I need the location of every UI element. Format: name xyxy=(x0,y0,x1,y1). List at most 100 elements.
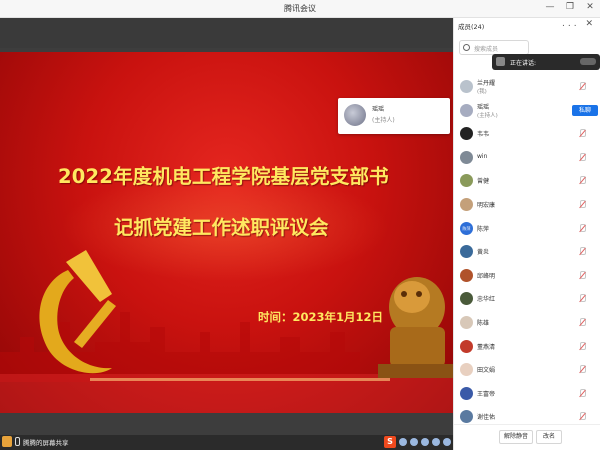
list-item[interactable]: 王富帝 xyxy=(454,383,600,407)
screen-share-indicator[interactable]: 腾腾的屏幕共享 xyxy=(2,436,69,447)
panel-footer: 解除静音 改名 xyxy=(454,424,600,450)
participant-list: 兰丹耀 (我) 瑶瑶 (主持人) 私聊韦韦 win 曾健明宏康陈萍 陈萍黄炎邱峰明忠华红 陈雄董… xyxy=(454,76,600,430)
participant-name: 韦韦 xyxy=(477,131,490,139)
avatar xyxy=(344,104,366,126)
avatar xyxy=(460,410,473,424)
mic-muted-icon[interactable] xyxy=(579,341,586,351)
window-controls: — ❐ ✕ xyxy=(544,2,596,12)
participant-name: win xyxy=(477,152,488,160)
panel-title: 成员(24) xyxy=(458,23,485,31)
avatar xyxy=(496,57,505,66)
window-title: 腾讯会议 xyxy=(284,4,316,13)
tool-icon[interactable] xyxy=(399,438,407,446)
participant-name: 邱峰明 xyxy=(477,272,496,280)
list-item[interactable]: 董燕清 xyxy=(454,336,600,360)
list-item[interactable]: 瑶瑶 (主持人) 私聊 xyxy=(454,100,600,124)
speaking-label: 正在讲话: xyxy=(510,60,537,67)
speaking-indicator: 正在讲话: xyxy=(492,54,600,70)
participant-name: 董燕清 xyxy=(477,343,496,351)
mic-muted-icon[interactable] xyxy=(579,294,586,303)
participant-name: 瑶瑶 xyxy=(477,103,490,111)
speaker-name-redacted xyxy=(580,58,596,65)
participant-role: (主持人) xyxy=(477,112,498,119)
participant-name: 明宏康 xyxy=(477,201,496,209)
speaker-video-card[interactable]: 瑶瑶 (主持人) xyxy=(338,98,450,134)
sogou-icon[interactable]: S xyxy=(384,436,396,448)
rename-button[interactable]: 改名 xyxy=(536,430,562,444)
list-item[interactable]: win xyxy=(454,147,600,171)
share-label: 腾腾的屏幕共享 xyxy=(23,438,69,447)
avatar xyxy=(460,245,473,259)
search-icon xyxy=(463,44,470,51)
close-icon[interactable]: ✕ xyxy=(585,19,596,29)
list-item[interactable]: 韦韦 xyxy=(454,123,600,147)
participant-name: 陈萍 xyxy=(477,225,490,233)
avatar xyxy=(460,127,473,141)
avatar xyxy=(460,386,473,400)
mic-muted-icon[interactable] xyxy=(579,247,586,256)
avatar xyxy=(460,292,473,306)
participant-name: 兰丹耀 xyxy=(477,80,496,87)
participant-name: 谢佳佑 xyxy=(477,414,496,422)
mic-muted-icon[interactable] xyxy=(579,317,586,327)
slide-time: 时间：2023年1月12日 xyxy=(258,310,384,324)
avatar xyxy=(460,315,473,329)
tool-icon[interactable] xyxy=(421,438,429,446)
search-input[interactable]: 搜索成员 xyxy=(459,40,529,55)
avatar xyxy=(460,174,473,188)
ime-toolbar: S xyxy=(384,436,451,448)
avatar xyxy=(460,339,473,353)
slide-title-line2: 记抓党建工作述职评议会 xyxy=(114,216,329,239)
lion-statue xyxy=(378,277,453,378)
mic-muted-icon[interactable] xyxy=(579,270,586,280)
more-icon[interactable]: ... xyxy=(562,19,580,29)
tool-icon[interactable] xyxy=(443,438,451,446)
list-item[interactable]: 兰丹耀 (我) xyxy=(454,76,600,100)
list-item[interactable]: 陈雄 xyxy=(454,312,600,336)
restore-icon[interactable]: ❐ xyxy=(564,2,576,12)
mic-muted-icon[interactable] xyxy=(579,152,586,162)
list-item[interactable]: 田文娟 xyxy=(454,359,600,383)
list-item[interactable]: 邱峰明 xyxy=(454,265,600,289)
screen-top-strip xyxy=(0,18,453,48)
mic-icon xyxy=(15,437,20,446)
mic-muted-icon[interactable] xyxy=(579,129,586,138)
avatar-text: 陈萍 xyxy=(462,225,471,231)
avatar xyxy=(460,268,473,282)
search-placeholder: 搜索成员 xyxy=(474,46,499,53)
list-item[interactable]: 黄炎 xyxy=(454,241,600,265)
speaker-name: 瑶瑶 xyxy=(372,106,385,113)
participant-name: 曾健 xyxy=(477,178,490,186)
mic-muted-icon[interactable] xyxy=(579,412,586,421)
mic-muted-icon[interactable] xyxy=(579,365,586,374)
avatar xyxy=(460,363,473,377)
slide-title-line1: 2022年度机电工程学院基层党支部书 xyxy=(58,165,389,188)
tool-icon[interactable] xyxy=(410,438,418,446)
mic-muted-icon[interactable] xyxy=(579,199,586,209)
list-item[interactable]: 陈萍 陈萍 xyxy=(454,218,600,242)
panel-controls: ... ✕ xyxy=(562,19,596,29)
panel-header: 成员(24) ... ✕ xyxy=(454,18,600,36)
unmute-all-button[interactable]: 解除静音 xyxy=(499,430,533,444)
shared-screen-area: 2022年度机电工程学院基层党支部书 记抓党建工作述职评议会 时间：2023年1… xyxy=(0,18,453,450)
participant-name: 田文娟 xyxy=(477,367,496,375)
mic-muted-icon[interactable] xyxy=(579,176,586,185)
participants-panel: 成员(24) ... ✕ 搜索成员 正在讲话: 兰丹耀 (我) 瑶瑶 (主持人) 私聊韦… xyxy=(453,18,600,450)
avatar xyxy=(460,197,473,211)
minimize-icon[interactable]: — xyxy=(544,2,556,12)
avatar xyxy=(460,150,473,164)
mic-muted-icon[interactable] xyxy=(579,223,586,233)
bottom-status-bar: 腾腾的屏幕共享 S xyxy=(0,435,453,450)
private-chat-button[interactable]: 私聊 xyxy=(572,104,598,116)
list-item[interactable]: 忠华红 xyxy=(454,288,600,312)
list-item[interactable]: 曾健 xyxy=(454,170,600,194)
window-titlebar: 腾讯会议 — ❐ ✕ xyxy=(0,0,600,18)
list-item[interactable]: 明宏康 xyxy=(454,194,600,218)
participant-name: 黄炎 xyxy=(477,249,490,257)
speaker-role: (主持人) xyxy=(372,117,395,124)
avatar xyxy=(460,103,473,117)
mic-muted-icon[interactable] xyxy=(579,82,586,91)
mic-muted-icon[interactable] xyxy=(579,388,586,398)
tool-icon[interactable] xyxy=(432,438,440,446)
close-icon[interactable]: ✕ xyxy=(584,2,596,12)
